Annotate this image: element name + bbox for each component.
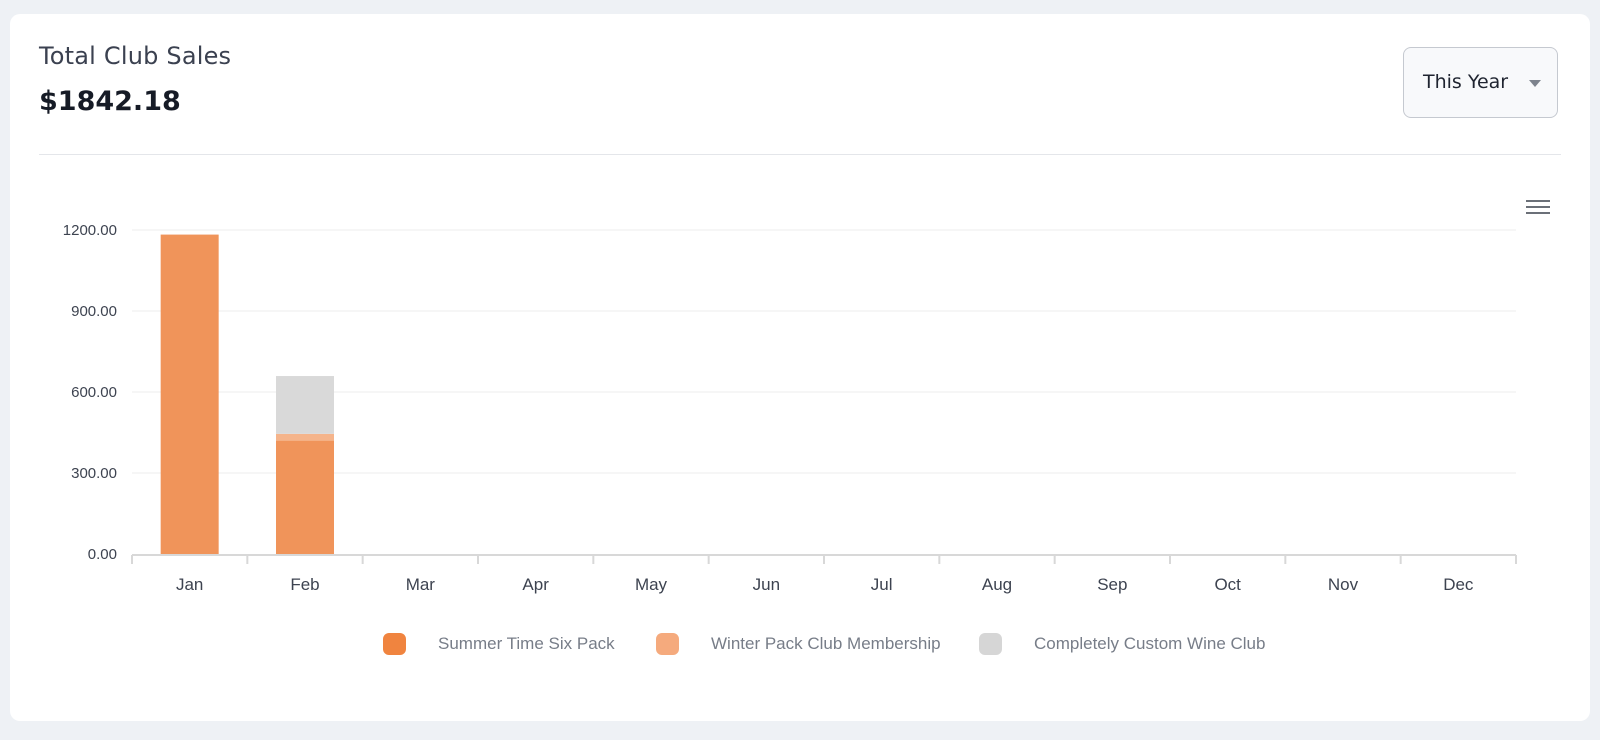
bar-segment — [276, 440, 334, 554]
y-tick-label: 0.00 — [88, 546, 117, 563]
legend-label: Completely Custom Wine Club — [1034, 634, 1266, 653]
x-tick-label: Sep — [1097, 575, 1127, 594]
x-tick-label: May — [635, 575, 668, 594]
x-tick-label: Jul — [871, 575, 893, 594]
legend-swatch — [383, 633, 406, 655]
x-tick-label: Oct — [1214, 575, 1241, 594]
x-tick-label: Mar — [406, 575, 436, 594]
x-tick-label: Jan — [176, 575, 203, 594]
y-tick-label: 900.00 — [71, 303, 117, 320]
bar-segment — [160, 234, 219, 554]
legend-swatch — [656, 633, 679, 655]
stacked-bar-chart: 0.00 300.00 600.00 900.00 1200.00 Jan Feb Mar Ap… — [63, 222, 1517, 594]
chart-legend: Summer Time Six Pack Winter Pack Club Me… — [10, 629, 1590, 659]
x-tick-label: Feb — [290, 575, 319, 594]
bar-segment — [276, 433, 334, 441]
legend-label: Winter Pack Club Membership — [711, 634, 941, 653]
legend-swatch — [979, 633, 1002, 655]
x-tick-label: Apr — [522, 575, 549, 594]
x-tick-label: Dec — [1443, 575, 1474, 594]
y-tick-label: 1200.00 — [63, 222, 117, 239]
x-tick-label: Nov — [1328, 575, 1359, 594]
bar-segment — [276, 376, 334, 434]
club-sales-card: Total Club Sales $1842.18 This Year 0.00… — [10, 14, 1590, 721]
legend-label: Summer Time Six Pack — [438, 634, 615, 653]
x-tick-label: Jun — [753, 575, 780, 594]
x-tick-label: Aug — [982, 575, 1012, 594]
y-tick-label: 300.00 — [71, 465, 117, 482]
y-tick-label: 600.00 — [71, 384, 117, 401]
